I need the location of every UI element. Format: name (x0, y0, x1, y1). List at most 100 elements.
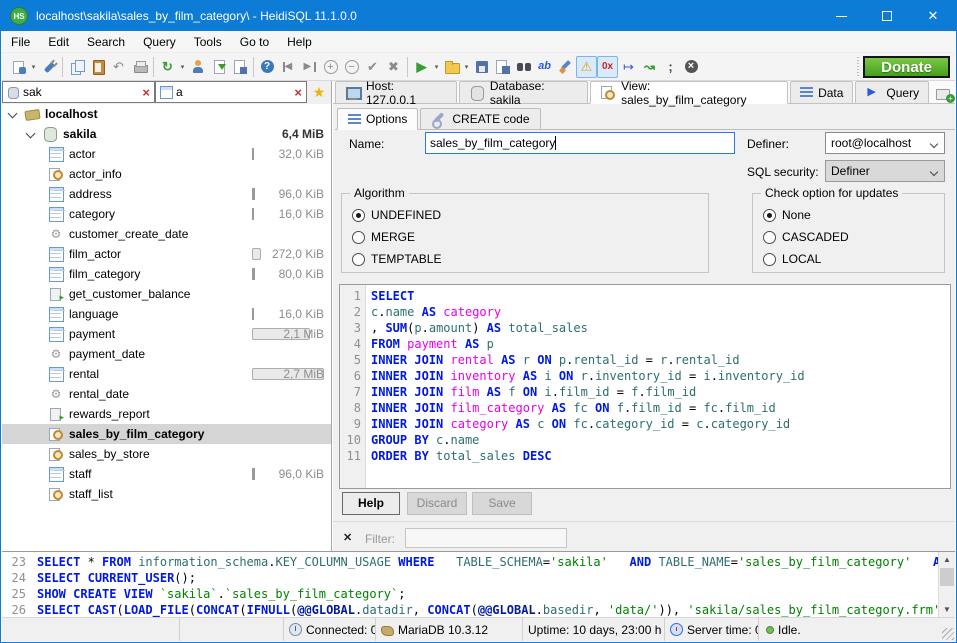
post-changes-icon[interactable]: ✔ (362, 56, 383, 78)
save-sql-icon[interactable] (471, 56, 492, 78)
load-sql-file-dropdown-icon[interactable]: ▾ (462, 63, 471, 71)
tree-item-sakila[interactable]: sakila6,4 MiB (2, 124, 331, 144)
tree-item-payment_date[interactable]: ⚙payment_date (2, 344, 331, 364)
tree-item-film_category[interactable]: film_category80,0 KiB (2, 264, 331, 284)
tab-view-sales-by-film-category[interactable]: View: sales_by_film_category (590, 81, 788, 104)
check-option-radio-none[interactable]: None (763, 208, 811, 222)
go-last-icon[interactable] (299, 56, 320, 78)
stop-query-icon[interactable] (681, 56, 702, 78)
view-name-input[interactable]: sales_by_film_category (425, 132, 735, 154)
load-sql-file-icon[interactable] (441, 56, 462, 78)
cancel-editing-icon[interactable]: ✖ (383, 56, 404, 78)
check-option-radio-local[interactable]: LOCAL (763, 252, 821, 266)
algorithm-radio-merge[interactable]: MERGE (352, 230, 415, 244)
menu-item-help[interactable]: Help (278, 32, 321, 52)
reformat-sql-icon[interactable] (555, 56, 576, 78)
user-manager-icon[interactable] (187, 56, 208, 78)
subtab-options[interactable]: Options (337, 108, 418, 130)
undo-icon[interactable]: ↶ (108, 56, 129, 78)
refresh-dropdown-icon[interactable]: ▾ (178, 63, 187, 71)
sql-security-combobox[interactable]: Definer (825, 160, 945, 182)
scrollbar-thumb[interactable] (940, 568, 954, 586)
save-sql-as-icon[interactable] (492, 56, 513, 78)
menu-item-go-to[interactable]: Go to (231, 32, 278, 52)
session-manager-icon[interactable] (8, 56, 29, 78)
bind-params-icon[interactable]: ⚠ (576, 56, 597, 78)
copy-icon[interactable] (66, 56, 87, 78)
menu-item-tools[interactable]: Tools (185, 32, 231, 52)
tab-host-127-0-0-1[interactable]: Host: 127.0.0.1 (335, 81, 457, 103)
next-result-icon[interactable]: ↦ (618, 56, 639, 78)
delimiter-icon[interactable]: ; (660, 56, 681, 78)
view-sql-editor[interactable]: 1SELECT2c.name AS category3, SUM(p.amoun… (339, 284, 951, 489)
blob-as-text-icon[interactable]: 0x (597, 56, 618, 78)
scroll-down-icon[interactable]: ▼ (939, 602, 955, 617)
disconnect-icon[interactable] (38, 56, 59, 78)
tree-item-payment[interactable]: payment2,1 MiB (2, 324, 331, 344)
tab-query[interactable]: Query (855, 81, 929, 103)
tree-item-actor[interactable]: actor32,0 KiB (2, 144, 331, 164)
reconnect-icon[interactable]: ↝ (639, 56, 660, 78)
tree-item-rewards_report[interactable]: rewards_report (2, 404, 331, 424)
check-option-radio-cascaded[interactable]: CASCADED (763, 230, 849, 244)
insert-row-icon[interactable] (320, 56, 341, 78)
tree-item-address[interactable]: address96,0 KiB (2, 184, 331, 204)
menu-item-edit[interactable]: Edit (39, 32, 78, 52)
tree-item-sales_by_store[interactable]: sales_by_store (2, 444, 331, 464)
tab-database-sakila[interactable]: Database: sakila (459, 81, 588, 103)
discard-button[interactable]: Discard (407, 492, 467, 515)
clear-table-filter-icon[interactable]: × (140, 85, 152, 100)
save-button[interactable]: Save (472, 492, 532, 515)
expand-chevron-icon[interactable] (26, 130, 34, 138)
donate-button[interactable]: Donate (863, 56, 950, 78)
new-query-tab-icon[interactable] (935, 87, 955, 103)
close-filter-icon[interactable]: ✕ (343, 531, 352, 544)
tree-item-customer_create_date[interactable]: ⚙customer_create_date (2, 224, 331, 244)
log-scrollbar[interactable]: ▲ ▼ (938, 552, 955, 617)
maximize-button[interactable] (864, 1, 910, 31)
tree-item-language[interactable]: language16,0 KiB (2, 304, 331, 324)
replace-text-icon[interactable]: ab (534, 56, 555, 78)
expand-chevron-icon[interactable] (8, 110, 16, 118)
column-filter-input[interactable]: a × (155, 81, 307, 103)
scroll-up-icon[interactable]: ▲ (939, 552, 955, 567)
menu-item-search[interactable]: Search (78, 32, 134, 52)
tree-item-localhost[interactable]: localhost (2, 104, 331, 124)
help-icon[interactable] (257, 56, 278, 78)
execute-sql-icon[interactable]: ▶ (411, 56, 432, 78)
session-manager-dropdown-icon[interactable]: ▾ (29, 63, 38, 71)
minimize-button[interactable] (818, 1, 864, 31)
subtab-create-code[interactable]: CREATE code (420, 108, 540, 129)
snippet-save-icon[interactable] (229, 56, 250, 78)
paste-icon[interactable] (87, 56, 108, 78)
refresh-icon[interactable]: ↻ (157, 56, 178, 78)
algorithm-radio-temptable[interactable]: TEMPTABLE (352, 252, 441, 266)
delete-row-icon[interactable] (341, 56, 362, 78)
tree-item-sales_by_film_category[interactable]: sales_by_film_category (2, 424, 331, 444)
algorithm-radio-undefined[interactable]: UNDEFINED (352, 208, 441, 222)
resize-grip[interactable] (942, 628, 954, 640)
tree-item-get_customer_balance[interactable]: get_customer_balance (2, 284, 331, 304)
execute-sql-dropdown-icon[interactable]: ▾ (432, 63, 441, 71)
clear-column-filter-icon[interactable]: × (292, 85, 304, 100)
tree-item-rental_date[interactable]: ⚙rental_date (2, 384, 331, 404)
find-text-icon[interactable] (513, 56, 534, 78)
tree-item-rental[interactable]: rental2,7 MiB (2, 364, 331, 384)
tree-item-staff[interactable]: staff96,0 KiB (2, 464, 331, 484)
filter-input[interactable] (405, 528, 567, 548)
go-first-icon[interactable] (278, 56, 299, 78)
tab-data[interactable]: Data (790, 81, 853, 103)
table-filter-input[interactable]: sak × (2, 81, 155, 103)
print-icon[interactable] (129, 56, 150, 78)
tree-item-category[interactable]: category16,0 KiB (2, 204, 331, 224)
tree-item-film_actor[interactable]: film_actor272,0 KiB (2, 244, 331, 264)
definer-combobox[interactable]: root@localhost (825, 132, 945, 154)
menu-item-file[interactable]: File (2, 32, 39, 52)
help-button[interactable]: Help (342, 492, 400, 515)
menu-item-query[interactable]: Query (134, 32, 185, 52)
tree-item-actor_info[interactable]: actor_info (2, 164, 331, 184)
export-database-icon[interactable] (208, 56, 229, 78)
tree-item-staff_list[interactable]: staff_list (2, 484, 331, 504)
close-button[interactable]: ✕ (910, 1, 956, 31)
favorites-star-icon[interactable]: ★ (307, 81, 331, 104)
